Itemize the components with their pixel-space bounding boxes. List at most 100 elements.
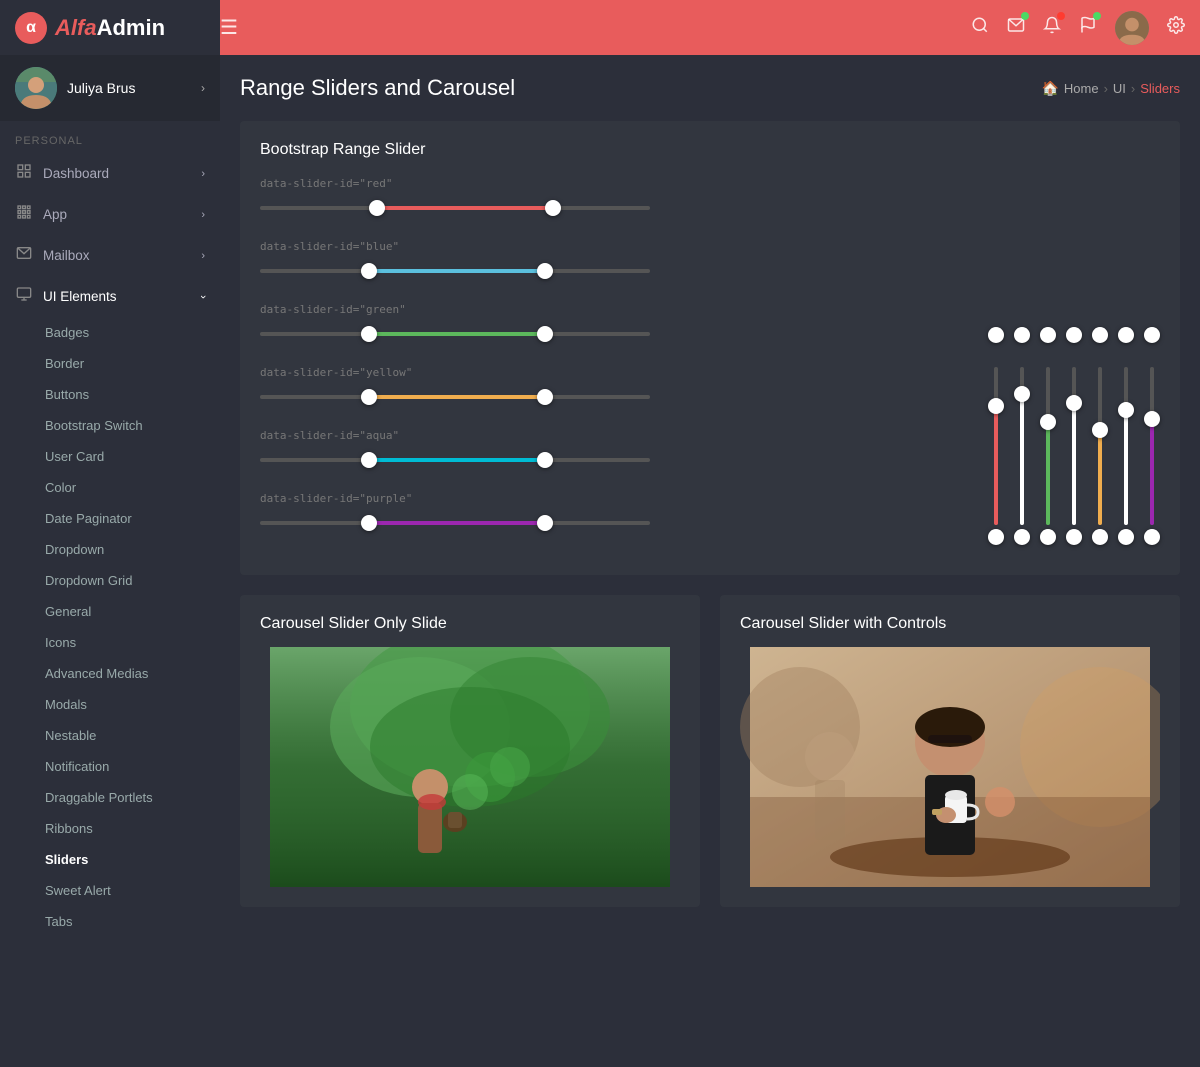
sliders-left: data-slider-id="red" data-slider-id="blue… [260,177,958,555]
sidebar-item-ribbons[interactable]: Ribbons [15,813,220,844]
slider-thumb1-aqua[interactable] [361,452,377,468]
sidebar: Juliya Brus › PERSONAL Dashboard › App ›… [0,0,220,1067]
slider-track-purple[interactable] [260,513,650,533]
user-panel[interactable]: Juliya Brus › [0,55,220,121]
breadcrumb-sep2: › [1131,81,1135,96]
sidebar-item-sweet-alert[interactable]: Sweet Alert [15,875,220,906]
vslider-container-6[interactable] [1144,335,1160,545]
vslider-container-4[interactable] [1092,335,1108,545]
slider-thumb1-green[interactable] [361,326,377,342]
slider-track-green[interactable] [260,324,650,344]
vslider-bot-thumb-0[interactable] [988,529,1004,545]
slider-thumb1-blue[interactable] [361,263,377,279]
bell-icon[interactable] [1043,16,1061,39]
sidebar-item-icons[interactable]: Icons [15,627,220,658]
vslider-mid-thumb-5[interactable] [1118,402,1134,418]
vslider-container-3[interactable] [1066,335,1082,545]
vslider-fill-2 [1046,414,1050,525]
sidebar-item-buttons[interactable]: Buttons [15,379,220,410]
sidebar-item-app[interactable]: App › [0,194,220,235]
user-name: Juliya Brus [67,80,135,96]
slider-thumb2-red[interactable] [545,200,561,216]
hamburger-icon[interactable]: ☰ [220,15,238,40]
sidebar-item-dropdown-grid[interactable]: Dropdown Grid [15,565,220,596]
sidebar-item-notification[interactable]: Notification [15,751,220,782]
vslider-mid-thumb-2[interactable] [1040,414,1056,430]
vslider-container-1[interactable] [1014,335,1030,545]
sidebar-item-draggable-portlets[interactable]: Draggable Portlets [15,782,220,813]
app-icon [15,204,33,225]
mail-badge [1021,12,1029,20]
page-title: Range Sliders and Carousel [240,75,515,101]
sidebar-item-bootstrap-switch[interactable]: Bootstrap Switch [15,410,220,441]
vslider-bot-thumb-4[interactable] [1092,529,1108,545]
vslider-top-thumb-6[interactable] [1144,327,1160,343]
vslider-container-5[interactable] [1118,335,1134,545]
sidebar-item-color[interactable]: Color [15,472,220,503]
vslider-mid-thumb-4[interactable] [1092,422,1108,438]
mail-icon[interactable] [1007,16,1025,39]
search-icon[interactable] [971,16,989,39]
slider-label-red: data-slider-id="red" [260,177,958,190]
sidebar-item-ui-elements[interactable]: UI Elements › [0,276,220,317]
sidebar-item-badges[interactable]: Badges [15,317,220,348]
vslider-container-2[interactable] [1040,335,1056,545]
slider-track-yellow[interactable] [260,387,650,407]
sidebar-item-mailbox[interactable]: Mailbox › [0,235,220,276]
vslider-bot-thumb-6[interactable] [1144,529,1160,545]
navbar: α AlfaAdmin ☰ [0,0,1200,55]
sidebar-item-advanced-medias[interactable]: Advanced Medias [15,658,220,689]
sidebar-item-nestable[interactable]: Nestable [15,720,220,751]
slider-thumb2-purple[interactable] [537,515,553,531]
vslider-bot-thumb-5[interactable] [1118,529,1134,545]
slider-thumb1-red[interactable] [369,200,385,216]
sidebar-item-date-paginator[interactable]: Date Paginator [15,503,220,534]
sidebar-item-dropdown[interactable]: Dropdown [15,534,220,565]
vslider-top-thumb-4[interactable] [1092,327,1108,343]
carousel-controls-image[interactable] [740,647,1160,887]
flag-icon[interactable] [1079,16,1097,39]
brand-name: AlfaAdmin [55,15,165,41]
slider-label-yellow: data-slider-id="yellow" [260,366,958,379]
sliders-container: data-slider-id="red" data-slider-id="blue… [260,177,1160,555]
slider-thumb2-aqua[interactable] [537,452,553,468]
sidebar-item-general[interactable]: General [15,596,220,627]
sidebar-item-dashboard[interactable]: Dashboard › [0,153,220,194]
vslider-bot-thumb-2[interactable] [1040,529,1056,545]
slider-thumb1-yellow[interactable] [361,389,377,405]
vslider-top-thumb-2[interactable] [1040,327,1056,343]
slider-thumb2-yellow[interactable] [537,389,553,405]
vslider-fill-6 [1150,411,1154,525]
slider-label-blue: data-slider-id="blue" [260,240,958,253]
sidebar-item-dashboard-label: Dashboard [43,166,109,181]
vslider-top-thumb-0[interactable] [988,327,1004,343]
vslider-fill-1 [1020,386,1024,525]
vslider-bot-thumb-3[interactable] [1066,529,1082,545]
sidebar-item-border[interactable]: Border [15,348,220,379]
slider-track-red[interactable] [260,198,650,218]
breadcrumb-section[interactable]: UI [1113,81,1126,96]
vslider-top-thumb-5[interactable] [1118,327,1134,343]
sliders-right [988,177,1160,555]
slider-track-aqua[interactable] [260,450,650,470]
slider-thumb2-blue[interactable] [537,263,553,279]
sidebar-item-modals[interactable]: Modals [15,689,220,720]
settings-icon[interactable] [1167,16,1185,39]
breadcrumb-home[interactable]: Home [1064,81,1099,96]
slider-thumb1-purple[interactable] [361,515,377,531]
sidebar-item-tabs[interactable]: Tabs [15,906,220,937]
sidebar-item-user-card[interactable]: User Card [15,441,220,472]
vslider-mid-thumb-1[interactable] [1014,386,1030,402]
vslider-top-thumb-3[interactable] [1066,327,1082,343]
vslider-mid-thumb-3[interactable] [1066,395,1082,411]
slider-track-blue[interactable] [260,261,650,281]
sidebar-item-sliders[interactable]: Sliders [15,844,220,875]
slider-thumb2-green[interactable] [537,326,553,342]
vslider-bot-thumb-1[interactable] [1014,529,1030,545]
vslider-mid-thumb-6[interactable] [1144,411,1160,427]
vslider-top-thumb-1[interactable] [1014,327,1030,343]
vslider-container-0[interactable] [988,335,1004,545]
carousel-only-image[interactable] [260,647,680,887]
vslider-mid-thumb-0[interactable] [988,398,1004,414]
user-avatar[interactable] [1115,11,1149,45]
